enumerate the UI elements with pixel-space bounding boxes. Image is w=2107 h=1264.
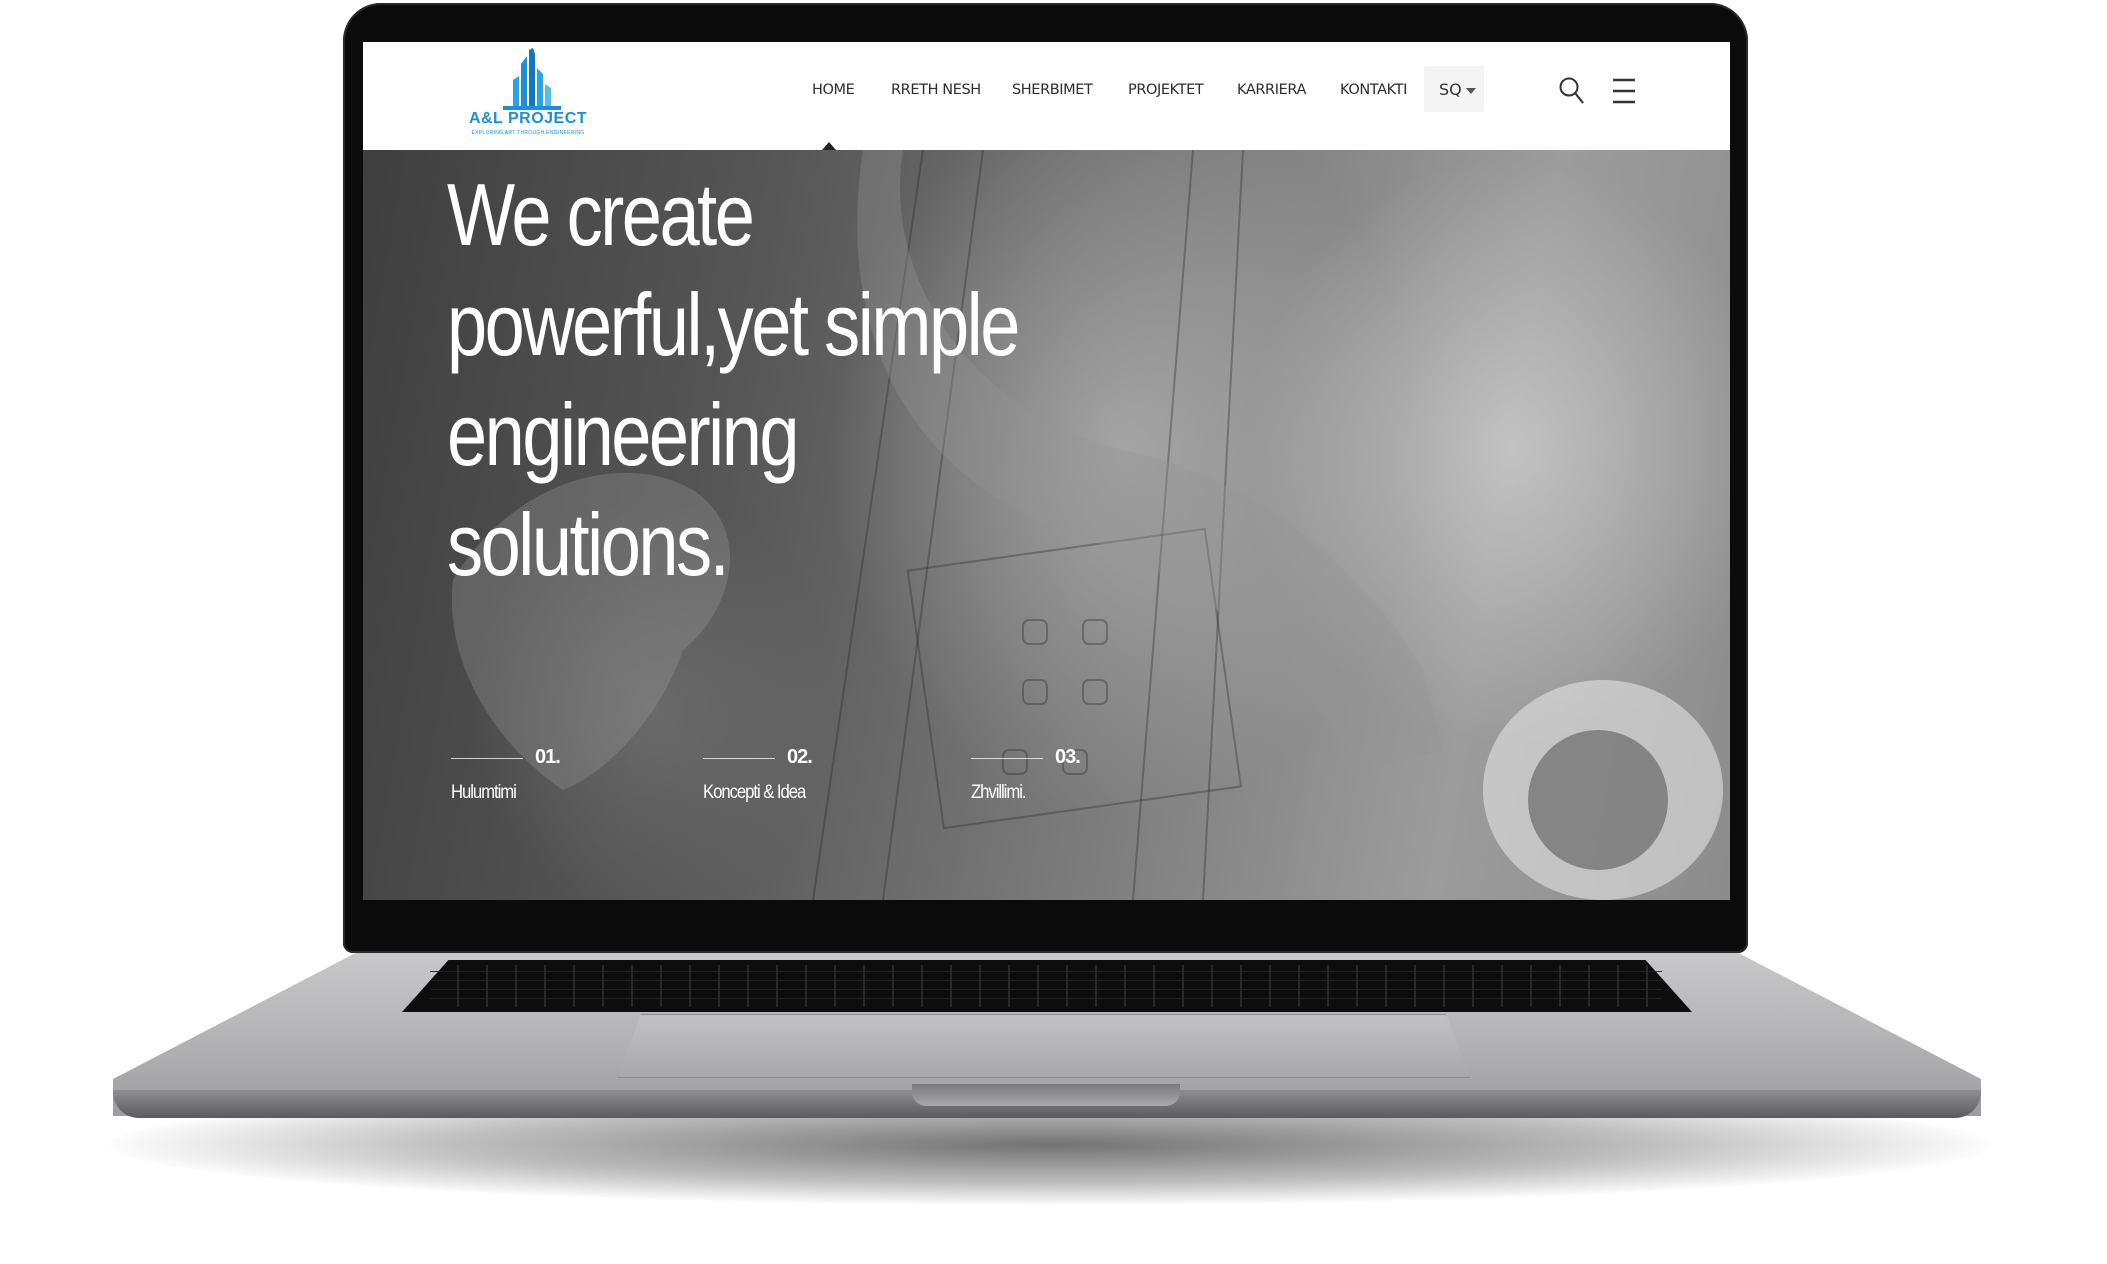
headline-line-1: We create: [447, 165, 755, 264]
nav-item-sherbimet[interactable]: SHERBIMET: [1012, 82, 1093, 98]
headline-line-3: engineering solutions.: [447, 385, 800, 594]
step-divider: [703, 758, 775, 759]
nav-item-kontakti[interactable]: KONTAKTI: [1340, 82, 1407, 98]
headline-line-2: powerful,yet simple: [447, 275, 1020, 374]
nav-item-rreth-nesh[interactable]: RRETH NESH: [891, 82, 981, 98]
nav-item-home[interactable]: HOME: [812, 82, 855, 98]
caret-down-icon: [1466, 88, 1476, 94]
step-divider: [971, 758, 1043, 759]
step-number: 01.: [535, 746, 561, 768]
nav-item-karriera[interactable]: KARRIERA: [1237, 82, 1306, 98]
language-selector[interactable]: SQ: [1424, 66, 1484, 112]
step-label: Hulumtimi: [451, 782, 517, 803]
nav-item-projektet[interactable]: PROJEKTET: [1128, 82, 1204, 98]
logo-name: A&L PROJECT: [468, 110, 588, 127]
search-icon[interactable]: [1558, 76, 1586, 106]
active-nav-indicator: [822, 142, 836, 150]
laptop-screen: A&L PROJECT EXPLORING ART THROUGH ENGINE…: [363, 42, 1730, 900]
logo-tagline: EXPLORING ART THROUGH ENGINEERING: [471, 130, 585, 136]
building-logo-icon: [503, 48, 561, 110]
step-number: 02.: [787, 746, 813, 768]
site-logo[interactable]: A&L PROJECT EXPLORING ART THROUGH ENGINE…: [463, 48, 593, 144]
site-header: A&L PROJECT EXPLORING ART THROUGH ENGINE…: [363, 42, 1730, 150]
hero-section: We create powerful,yet simple engineerin…: [363, 150, 1730, 900]
step-label: Koncepti & Idea: [703, 782, 806, 803]
step-number: 03.: [1055, 746, 1081, 768]
step-divider: [451, 758, 523, 759]
step-label: Zhvillimi.: [971, 782, 1027, 803]
language-label: SQ: [1439, 80, 1462, 99]
laptop-trackpad: [617, 1014, 1470, 1078]
keyboard-keys: [430, 965, 1662, 1007]
laptop-opening-notch: [912, 1084, 1180, 1106]
hero-headline: We create powerful,yet simple engineerin…: [447, 160, 1070, 600]
hamburger-menu-icon[interactable]: [1611, 76, 1637, 106]
